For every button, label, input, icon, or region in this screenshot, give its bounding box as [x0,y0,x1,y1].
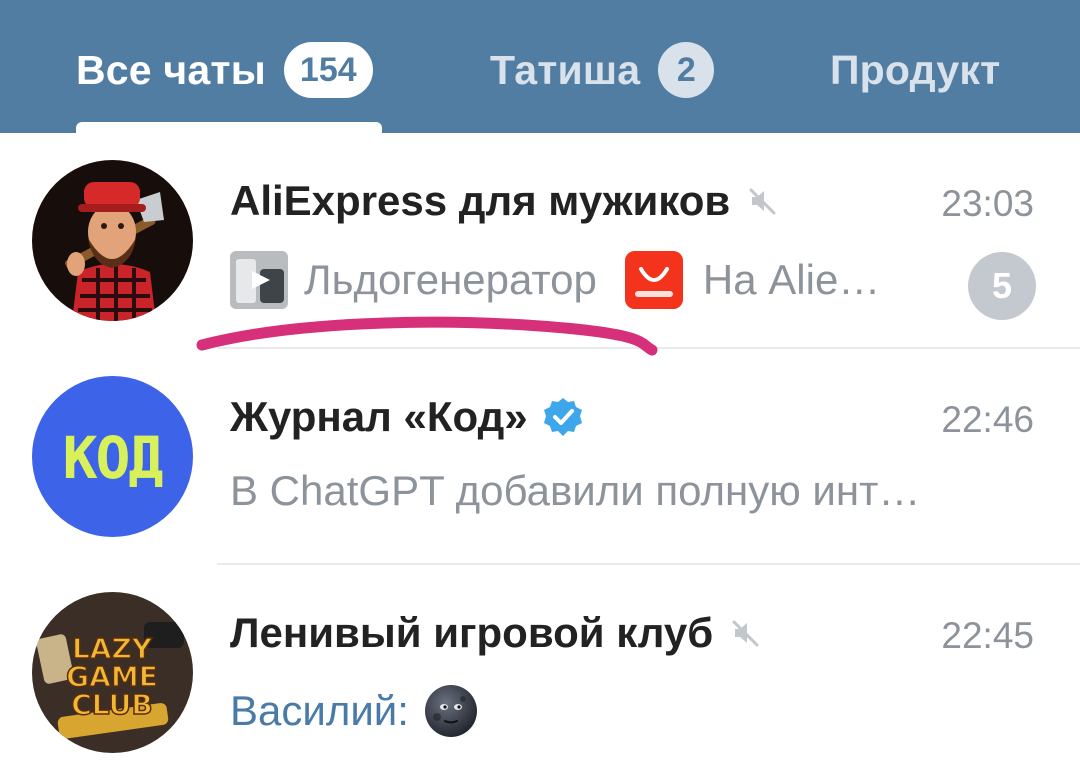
lazy-game-club-line-3: CLUB [71,688,152,721]
aliexpress-logo-icon [624,251,683,309]
chat-title: Ленивый игровой клуб [230,609,761,657]
chat-row-aliexpress[interactable]: AliExpress для мужиков 23:03 Льдогенерат… [0,133,1080,349]
tab-all-chats-badge: 154 [283,42,373,98]
chat-title: Журнал «Код» [230,393,584,441]
video-thumbnail-icon [230,251,288,309]
tab-tatisha-badge: 2 [658,42,715,98]
chat-list-screen: Все чаты 154 Татиша 2 Продукт AliExpress… [0,0,1080,776]
kod-logo-avatar: КОД [32,376,193,537]
unread-count-badge: 5 [968,252,1036,320]
tab-tatisha[interactable]: Татиша 2 [490,42,715,98]
muted-speaker-icon [729,617,761,649]
chat-preview: Василий: [230,683,950,739]
chat-title-text: Журнал «Код» [230,393,528,440]
chat-time: 22:46 [941,399,1034,440]
chat-title: AliExpress для мужиков [230,177,778,225]
chat-preview: В ChatGPT добавили полную инт… [230,467,950,515]
chat-title-text: Ленивый игровой клуб [230,609,714,656]
tab-product[interactable]: Продукт [830,42,1000,98]
active-tab-indicator [76,122,382,133]
chat-row-journal-kod[interactable]: КОД Журнал «Код» 22:46 В ChatGPT добавил… [0,349,1080,565]
chat-preview: Льдогенератор На Alie… [230,251,950,309]
new-moon-face-emoji-icon [423,683,479,739]
preview-sender-name: Василий: [230,687,409,734]
muted-speaker-icon [746,185,778,217]
chat-time: 23:03 [941,183,1034,224]
verified-badge-icon [542,396,584,438]
tab-tatisha-label: Татиша [490,46,641,93]
lumberjack-avatar [32,160,193,321]
tab-all-chats[interactable]: Все чаты 154 [76,42,373,98]
preview-text: В ChatGPT добавили полную инт… [230,467,921,514]
preview-text-part-1: Льдогенератор [304,256,597,303]
lazy-game-club-avatar: LAZY GAME CLUB [32,592,193,753]
chat-title-text: AliExpress для мужиков [230,177,731,224]
folder-tab-bar: Все чаты 154 Татиша 2 Продукт [0,0,1080,133]
kod-logo-text: КОД [63,424,163,492]
chat-time: 22:45 [941,615,1034,656]
tab-all-chats-label: Все чаты [76,46,266,93]
preview-text-part-2: На Alie… [702,256,881,303]
chat-row-lazy-game-club[interactable]: LAZY GAME CLUB Ленивый игровой клуб 22:4… [0,565,1080,776]
tab-product-label: Продукт [830,46,1001,93]
